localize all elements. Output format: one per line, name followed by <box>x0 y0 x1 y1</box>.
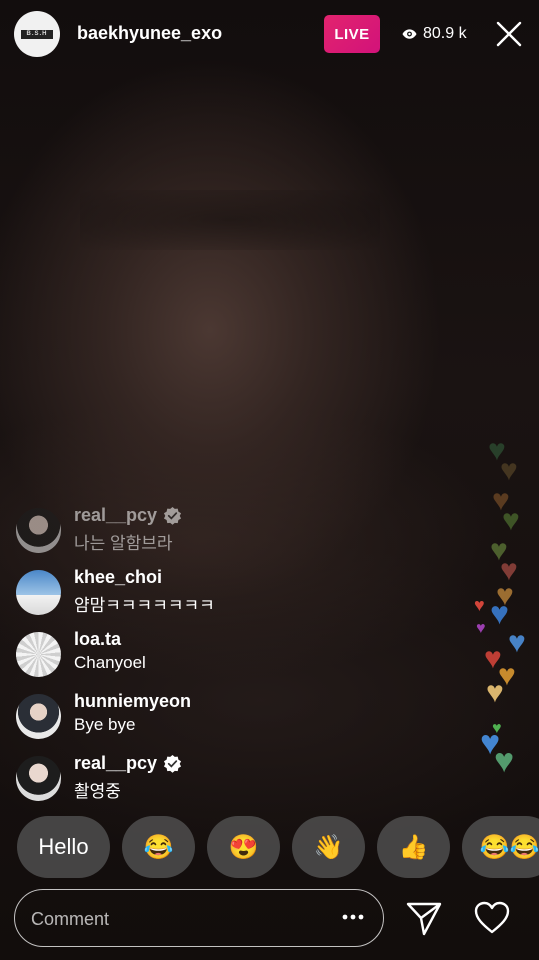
reaction-chip[interactable]: 😍 <box>207 816 280 878</box>
live-badge: LIVE <box>324 15 380 53</box>
commenter-avatar[interactable] <box>16 632 61 677</box>
viewer-count-value: 80.9 k <box>423 25 467 42</box>
commenter-username[interactable]: real__pcy <box>74 505 157 526</box>
comment-text: 얌맘ㅋㅋㅋㅋㅋㅋㅋ <box>74 596 215 615</box>
commenter-username[interactable]: khee_choi <box>74 567 162 588</box>
comment-field[interactable] <box>14 889 384 948</box>
commenter-avatar[interactable] <box>16 694 61 739</box>
reaction-chip[interactable]: Hello <box>17 816 110 878</box>
commenter-avatar[interactable] <box>16 508 61 553</box>
comment-item: real__pcy 촬영중 <box>16 752 416 802</box>
avatar-logo: B.S.H <box>21 29 53 39</box>
reaction-chip[interactable]: 😂 <box>122 816 195 878</box>
live-header: B.S.H baekhyunee_exo LIVE 80.9 k <box>0 0 539 70</box>
commenter-avatar[interactable] <box>16 570 61 615</box>
commenter-username[interactable]: hunniemyeon <box>74 691 191 712</box>
reaction-chip[interactable]: 👋 <box>292 816 365 878</box>
broadcaster-avatar[interactable]: B.S.H <box>14 11 60 57</box>
comment-text: 나는 알함브라 <box>74 534 173 553</box>
quick-reactions: Hello 😂 😍 👋 👍 😂😂 <box>0 816 539 878</box>
reaction-chip[interactable]: 😂😂 <box>462 816 539 878</box>
commenter-avatar[interactable] <box>16 756 61 801</box>
heart-icon[interactable] <box>473 899 511 937</box>
viewer-count[interactable]: 80.9 k <box>402 22 467 46</box>
close-icon[interactable] <box>495 20 523 48</box>
comment-item: real__pcy 나는 알함브라 <box>16 504 416 554</box>
verified-icon <box>164 754 182 773</box>
video-shading <box>80 190 380 250</box>
comment-text: Chanyoel <box>74 653 146 672</box>
eye-icon <box>402 29 417 39</box>
commenter-username[interactable]: loa.ta <box>74 629 121 650</box>
comment-item: hunniemyeon Bye bye <box>16 690 416 740</box>
more-icon[interactable] <box>340 910 366 924</box>
comment-text: Bye bye <box>74 715 136 734</box>
comment-item: loa.ta Chanyoel <box>16 628 416 678</box>
send-icon[interactable] <box>405 899 443 937</box>
broadcaster-username[interactable]: baekhyunee_exo <box>77 23 222 44</box>
comment-text: 촬영중 <box>74 782 121 801</box>
comment-item: khee_choi 얌맘ㅋㅋㅋㅋㅋㅋㅋ <box>16 566 416 616</box>
commenter-username[interactable]: real__pcy <box>74 753 157 774</box>
verified-icon <box>164 506 182 525</box>
comment-input[interactable] <box>29 890 323 948</box>
reaction-chip[interactable]: 👍 <box>377 816 450 878</box>
